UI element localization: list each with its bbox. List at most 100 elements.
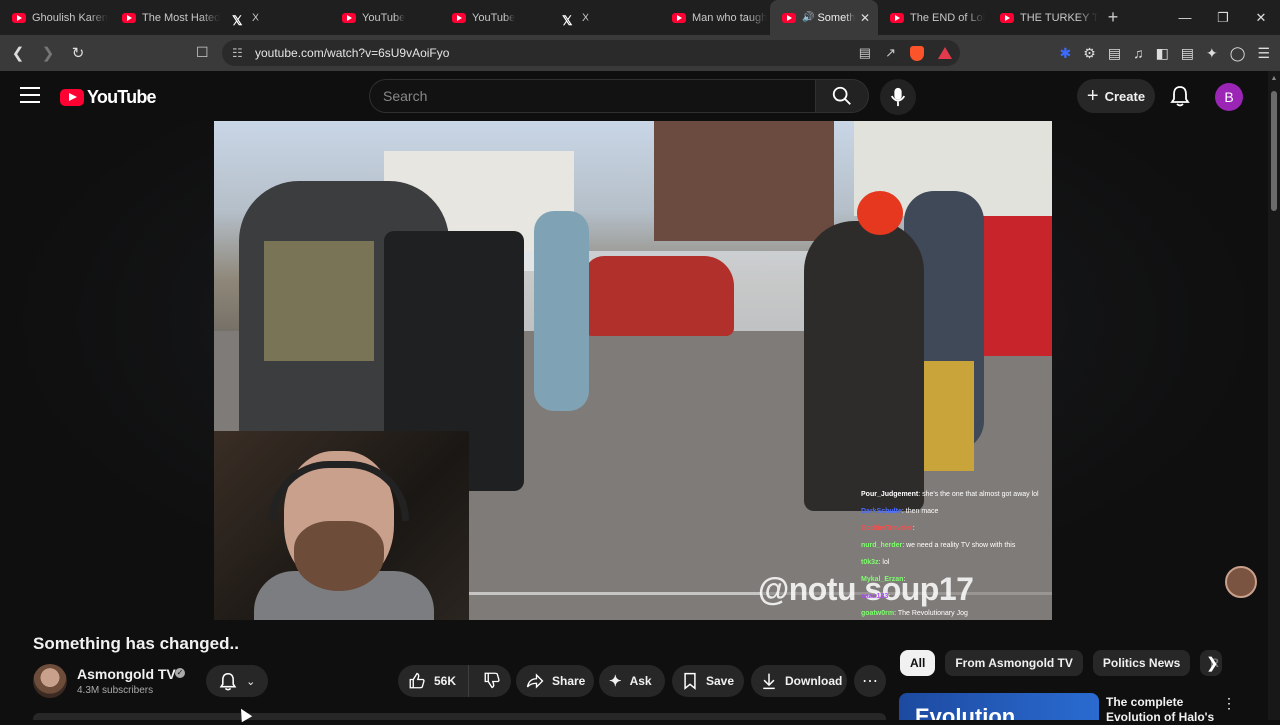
browser-tab[interactable]: 𝕏X: [550, 0, 660, 35]
tab-title: Ghoulish Karen: [32, 11, 108, 24]
description-box[interactable]: [33, 713, 886, 720]
youtube-header: YouTube + Create B: [0, 71, 1280, 121]
kebab-menu-icon[interactable]: ⋮: [1222, 695, 1236, 712]
recommendation-title[interactable]: The complete Evolution of Halo's: [1106, 695, 1218, 725]
create-label: Create: [1104, 88, 1146, 104]
browser-tab[interactable]: Man who taugh: [660, 0, 770, 35]
chat-message: DarkSchulte: then mace: [861, 503, 1052, 520]
sidebar-icon[interactable]: ◧: [1156, 45, 1169, 62]
video-scene-vest: [264, 241, 374, 361]
cast-icon[interactable]: ▤: [859, 45, 871, 61]
search-input[interactable]: [370, 80, 815, 112]
minimize-icon[interactable]: —: [1166, 10, 1204, 25]
youtube-icon: [342, 12, 356, 23]
close-window-icon[interactable]: ✕: [1242, 10, 1280, 26]
speaker-icon[interactable]: 🔊: [802, 12, 814, 23]
browser-tab[interactable]: 🔊 Someth ✕: [770, 0, 878, 35]
search-icon: [832, 86, 851, 105]
extension-icon[interactable]: ✱: [1060, 45, 1072, 62]
chat-message: Mykal_Erzan:: [861, 571, 1052, 588]
puzzle-icon[interactable]: ⚙: [1083, 45, 1096, 62]
chat-message: Pour_Judgement: she's the one that almos…: [861, 486, 1052, 503]
subscribed-notifications-button[interactable]: ⌄: [206, 665, 268, 697]
browser-tab[interactable]: YouTube: [330, 0, 440, 35]
chat-separator: :: [912, 525, 915, 532]
create-button[interactable]: + Create: [1077, 79, 1155, 113]
brave-shields-icon[interactable]: [910, 45, 924, 61]
youtube-icon: [452, 12, 466, 23]
leo-ai-icon[interactable]: ✦: [1206, 45, 1218, 62]
share-button[interactable]: Share: [516, 665, 594, 697]
chevron-down-icon: ⌄: [246, 675, 256, 688]
browser-tab[interactable]: 𝕏X: [220, 0, 330, 35]
browser-toolbar: ❮ ❯ ↻ ☐ ☷ youtube.com/watch?v=6sU9vAoiFy…: [0, 35, 1280, 71]
menu-icon[interactable]: ☰: [1257, 45, 1270, 62]
browser-tab-strip: Ghoulish Karen The Most Hated 𝕏 X YouTube You…: [0, 0, 1280, 35]
video-progress-fill: [469, 592, 761, 595]
channel-avatar[interactable]: [33, 664, 67, 698]
restore-icon[interactable]: ❐: [1204, 10, 1242, 26]
search-button[interactable]: [815, 79, 869, 113]
vpn-icon[interactable]: ◯: [1230, 45, 1246, 62]
ask-button[interactable]: ✦ Ask: [599, 665, 665, 697]
chat-text: then mace: [905, 508, 939, 515]
logo-text: YouTube: [87, 87, 157, 107]
page-scrollbar[interactable]: ▲: [1268, 71, 1280, 720]
chip-from-channel[interactable]: From Asmongold TV: [945, 650, 1083, 676]
video-player[interactable]: @notu soup17 Pour_Judgement: she's the o…: [214, 121, 1052, 620]
back-icon[interactable]: ❮: [6, 44, 30, 62]
save-button[interactable]: Save: [672, 665, 744, 697]
channel-avatar-float[interactable]: [1225, 566, 1257, 598]
browser-tab[interactable]: THE TURKEY TO: [988, 0, 1098, 35]
wallet-icon[interactable]: ▤: [1181, 45, 1194, 62]
chat-message: GodtierTraveler:: [861, 520, 1052, 537]
bookmark-icon[interactable]: ☐: [196, 44, 209, 61]
chat-username: aaaa123: [861, 593, 889, 600]
video-title: Something has changed..: [33, 634, 239, 653]
chat-username: Mykal_Erzan: [861, 576, 904, 583]
scrollbar-thumb[interactable]: [1271, 91, 1277, 211]
reload-icon[interactable]: ↻: [66, 44, 90, 62]
video-scene-hat: [857, 191, 903, 235]
chat-username: Pour_Judgement: [861, 491, 919, 498]
chip-politics-news[interactable]: Politics News: [1092, 650, 1191, 676]
voice-search-button[interactable]: [880, 79, 916, 115]
brave-rewards-icon[interactable]: [938, 47, 952, 59]
search-box[interactable]: [369, 79, 815, 113]
forward-icon[interactable]: ❯: [36, 44, 60, 62]
recommendation-filter-chips: All From Asmongold TV Politics News R: [900, 650, 1223, 676]
chevron-right-icon[interactable]: ❯: [1206, 654, 1219, 672]
url-text: youtube.com/watch?v=6sU9vAoiFyo: [255, 46, 450, 60]
scroll-up-icon[interactable]: ▲: [1268, 75, 1280, 82]
like-button[interactable]: 56K: [398, 665, 470, 697]
tab-title: Man who taugh: [692, 11, 768, 24]
music-icon[interactable]: ♫: [1133, 45, 1144, 61]
microphone-icon: [890, 87, 906, 107]
channel-name[interactable]: Asmongold TV: [77, 666, 176, 682]
chip-all[interactable]: All: [900, 650, 936, 676]
site-info-icon[interactable]: ☷: [232, 46, 243, 60]
recommendation-thumbnail[interactable]: Evolution: [899, 693, 1099, 720]
download-label: Download: [785, 674, 843, 688]
reader-icon[interactable]: ▤: [1108, 45, 1121, 62]
account-avatar[interactable]: B: [1215, 83, 1243, 111]
more-actions-icon[interactable]: ⋯: [854, 665, 886, 697]
dislike-button[interactable]: [469, 671, 501, 692]
chat-separator: :: [888, 593, 891, 600]
webcam-beard: [294, 521, 384, 591]
notifications-button[interactable]: [1170, 85, 1190, 112]
address-bar[interactable]: ☷ youtube.com/watch?v=6sU9vAoiFyo ▤ ↗: [222, 40, 960, 66]
browser-tab[interactable]: The END of Lol: [878, 0, 988, 35]
youtube-logo[interactable]: YouTube: [60, 87, 157, 108]
x-icon: 𝕏: [232, 12, 243, 28]
browser-tab[interactable]: Ghoulish Karen: [0, 0, 110, 35]
new-tab-icon[interactable]: +: [1098, 7, 1128, 28]
browser-tab[interactable]: The Most Hated: [110, 0, 220, 35]
share-page-icon[interactable]: ↗: [885, 45, 896, 61]
chat-message: goatw0rm: The Revolutionary Jog: [861, 605, 1052, 620]
hamburger-menu-icon[interactable]: [20, 87, 40, 108]
close-tab-icon[interactable]: ✕: [860, 11, 870, 25]
chat-message: t0k3z: lol: [861, 554, 1052, 571]
browser-tab[interactable]: YouTube: [440, 0, 550, 35]
download-button[interactable]: Download: [751, 665, 847, 697]
